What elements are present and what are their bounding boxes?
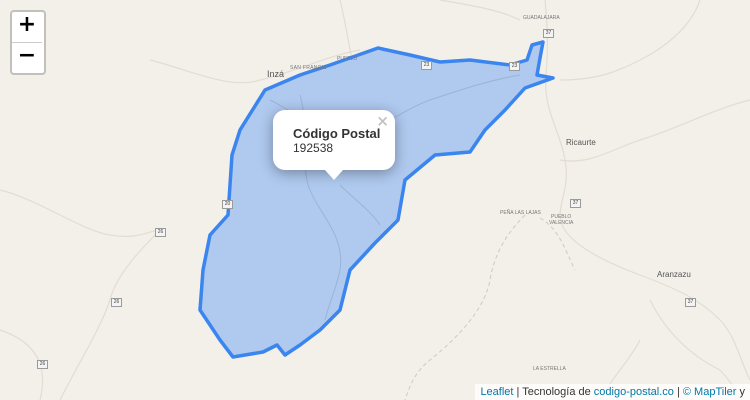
zoom-control: + − — [10, 10, 46, 75]
road-shield: 26 — [37, 360, 48, 369]
place-label-pueblo-valencia: PUEBLO VALENCIA — [549, 214, 573, 226]
road — [339, 0, 353, 61]
road — [439, 0, 521, 21]
road-shield: 20 — [222, 200, 233, 209]
road-shield: 23 — [421, 61, 432, 70]
road-shield: 26 — [155, 228, 166, 237]
road-shield: 37 — [543, 29, 554, 38]
popup-postal-code: 192538 — [293, 141, 334, 155]
place-label-pueblo: PUEBLO — [337, 56, 358, 62]
maptiler-link[interactable]: © MapTiler — [683, 386, 737, 398]
road-shield: 37 — [685, 298, 696, 307]
map[interactable]: Inzá SAN FRANCIS PUEBLO GUADALAJARA Rica… — [0, 0, 750, 400]
road — [559, 99, 750, 162]
road — [0, 189, 161, 237]
postal-area-polygon[interactable] — [198, 40, 555, 359]
road-shield: 26 — [111, 298, 122, 307]
attribution-text-2: | — [673, 386, 683, 398]
zoom-out-button[interactable]: − — [12, 43, 42, 73]
zoom-in-button[interactable]: + — [12, 12, 42, 43]
attribution-text-3: y — [736, 386, 745, 398]
attribution-text-1: | Tecnología de — [513, 386, 594, 398]
postal-code-popup: × Código Postal 192538 — [273, 110, 395, 180]
popup-title: Código Postal — [293, 126, 381, 141]
site-link[interactable]: codigo-postal.co — [594, 386, 674, 398]
place-label-guadalajara: GUADALAJARA — [523, 15, 560, 21]
road-shield: 37 — [570, 199, 581, 208]
place-label-valencia: VALENCIA — [549, 220, 574, 226]
leaflet-link[interactable]: Leaflet — [480, 386, 513, 398]
map-tiles — [0, 0, 750, 400]
place-label-san-francisco: SAN FRANCIS — [290, 65, 327, 71]
road — [544, 0, 750, 381]
place-label-inza: Inzá — [267, 69, 285, 79]
road-shield: 23 — [509, 62, 520, 71]
place-label-la-estrella: LA ESTRELLA — [533, 366, 566, 372]
road — [559, 0, 701, 81]
road — [59, 229, 161, 400]
place-label-aranzazu: Aranzazu — [657, 270, 691, 279]
attribution-bar: Leaflet | Tecnología de codigo-postal.co… — [475, 384, 750, 400]
dashed-road — [404, 214, 526, 400]
place-label-pena-lajas: PEÑA LAS LAJAS — [500, 210, 541, 216]
place-label-ricaurte: Ricaurte — [566, 138, 596, 147]
popup-tip — [325, 170, 343, 180]
